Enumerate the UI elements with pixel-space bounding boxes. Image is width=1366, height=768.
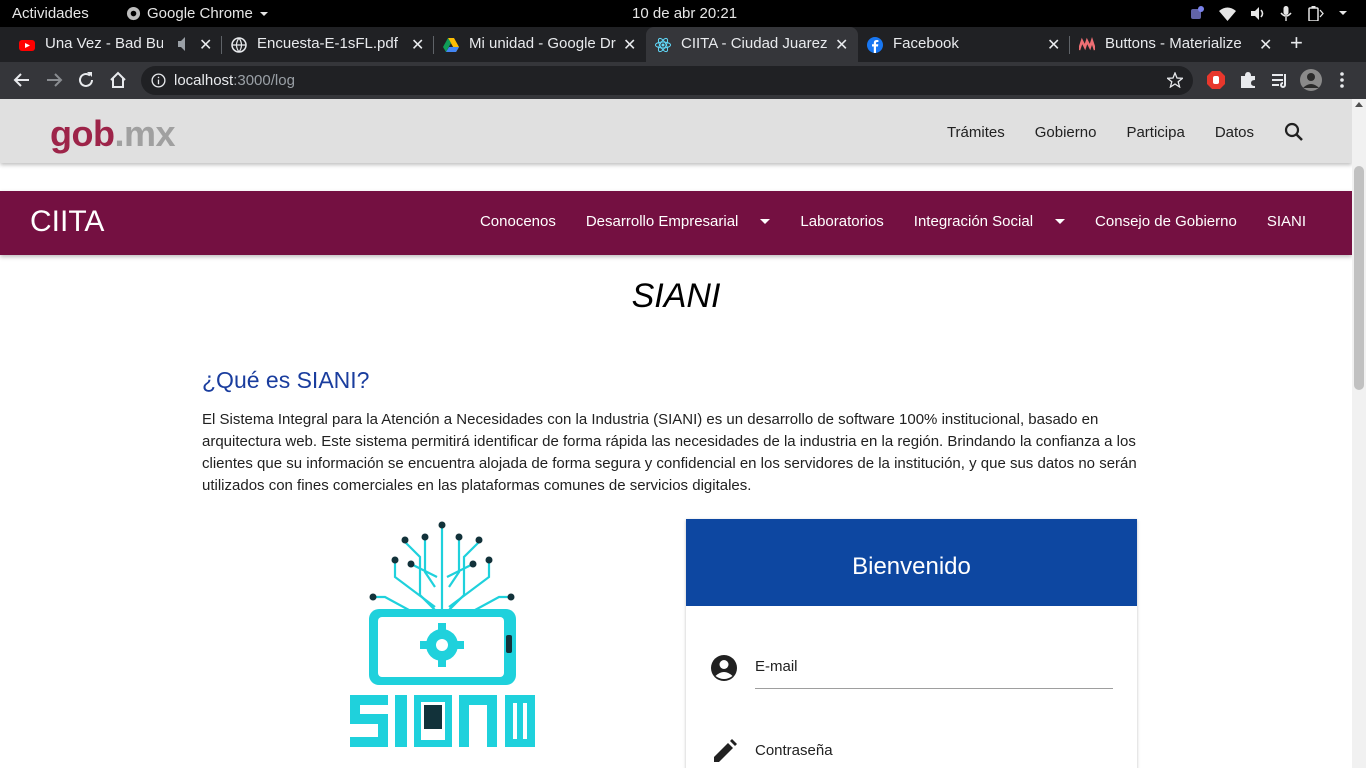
volume-icon <box>1250 6 1266 21</box>
reload-icon[interactable] <box>76 70 96 90</box>
tab-title: Buttons - Materialize <box>1105 35 1242 52</box>
url-host: localhost <box>174 72 234 89</box>
login-card: Bienvenido E-mail Contraseña <box>686 519 1137 768</box>
materialize-icon <box>1079 37 1095 53</box>
gob-logo-domain: .mx <box>114 113 176 154</box>
teams-icon[interactable] <box>1189 5 1205 21</box>
facebook-icon <box>867 37 883 53</box>
url-path: :3000/log <box>233 72 295 89</box>
tab-materialize[interactable]: Buttons - Materialize ✕ <box>1070 27 1282 62</box>
tab-title: Encuesta-E-1sFL.pdf <box>257 35 398 52</box>
drive-icon <box>443 37 459 53</box>
address-bar[interactable]: localhost:3000/log <box>141 66 1193 95</box>
nav-conocenos[interactable]: Conocenos <box>480 213 556 230</box>
section-heading: ¿Qué es SIANI? <box>202 367 370 393</box>
nav-consejo-de-gobierno[interactable]: Consejo de Gobierno <box>1095 213 1237 230</box>
browser-toolbar: localhost:3000/log <box>0 62 1366 99</box>
wifi-icon <box>1219 6 1236 21</box>
search-icon[interactable] <box>1284 122 1304 142</box>
nav-desarrollo-empresarial[interactable]: Desarrollo Empresarial <box>586 213 771 230</box>
audio-playing-icon[interactable] <box>178 37 190 51</box>
close-tab-icon[interactable]: ✕ <box>623 35 636 55</box>
media-queue-icon[interactable] <box>1271 71 1289 89</box>
nav-label: Desarrollo Empresarial <box>585 213 739 230</box>
tab-title: CIITA - Ciudad Juarez <box>681 35 828 52</box>
battery-icon <box>1306 5 1324 21</box>
tab-title: Mi unidad - Google Drive <box>469 35 616 52</box>
nav-integracion-social[interactable]: Integración Social <box>913 213 1066 230</box>
nav-label: Integración Social <box>913 213 1034 230</box>
nav-laboratorios[interactable]: Laboratorios <box>800 213 883 230</box>
forward-arrow-icon[interactable] <box>44 70 64 90</box>
adblock-extension-icon[interactable] <box>1207 71 1225 89</box>
tab-facebook[interactable]: Facebook ✕ <box>858 27 1070 62</box>
tab-ciita[interactable]: CIITA - Ciudad Juarez ✕ <box>646 27 858 62</box>
profile-avatar[interactable] <box>1300 69 1322 91</box>
back-arrow-icon[interactable] <box>12 70 32 90</box>
close-tab-icon[interactable]: ✕ <box>199 35 212 55</box>
tab-google-drive[interactable]: Mi unidad - Google Drive ✕ <box>434 27 646 62</box>
ciita-navbar: CIITA Conocenos Desarrollo Empresarial L… <box>0 191 1352 255</box>
nav-siani[interactable]: SIANI <box>1267 213 1306 230</box>
tab-pdf[interactable]: Encuesta-E-1sFL.pdf ✕ <box>222 27 434 62</box>
app-menu[interactable]: Google Chrome <box>126 5 269 22</box>
dropdown-caret-icon <box>760 219 771 224</box>
tab-youtube[interactable]: Una Vez - Bad Bunny ✕ <box>10 27 222 62</box>
gob-nav-tramites[interactable]: Trámites <box>947 124 1005 141</box>
gob-nav-datos[interactable]: Datos <box>1215 124 1254 141</box>
microphone-icon <box>1280 5 1292 21</box>
email-label: E-mail <box>755 658 798 675</box>
tab-strip: Una Vez - Bad Bunny ✕ Encuesta-E-1sFL.pd… <box>0 27 1366 62</box>
bookmark-star-icon[interactable] <box>1167 72 1183 88</box>
browser-menu-icon[interactable] <box>1334 71 1350 89</box>
account-circle-icon <box>710 654 738 682</box>
gob-nav-participa[interactable]: Participa <box>1126 124 1184 141</box>
scroll-up-arrow-icon[interactable] <box>1355 102 1363 107</box>
system-tray[interactable] <box>1189 5 1348 21</box>
power-menu-icon[interactable] <box>1338 8 1348 18</box>
page-scrollbar[interactable] <box>1352 99 1366 768</box>
page-title: SIANI <box>631 277 721 315</box>
home-icon[interactable] <box>108 70 128 90</box>
react-icon <box>655 37 671 53</box>
dropdown-caret-icon <box>1055 219 1066 224</box>
email-underline <box>755 688 1113 689</box>
password-label: Contraseña <box>755 742 833 759</box>
chrome-icon <box>126 6 141 21</box>
activities-button[interactable]: Actividades <box>12 5 89 22</box>
pencil-icon <box>710 738 738 766</box>
clock[interactable]: 10 de abr 20:21 <box>632 5 737 22</box>
gob-nav: Trámites Gobierno Participa Datos <box>947 122 1304 142</box>
ciita-nav: Conocenos Desarrollo Empresarial Laborat… <box>480 213 1306 230</box>
youtube-icon <box>19 37 35 53</box>
siani-logo <box>345 517 540 749</box>
tab-title: Una Vez - Bad Bunny <box>45 35 163 52</box>
gob-header: gob.mx Trámites Gobierno Participa Datos <box>0 99 1352 163</box>
scrollbar-thumb[interactable] <box>1354 166 1364 390</box>
gob-nav-gobierno[interactable]: Gobierno <box>1035 124 1097 141</box>
web-page: gob.mx Trámites Gobierno Participa Datos… <box>0 99 1352 768</box>
close-tab-icon[interactable]: ✕ <box>411 35 424 55</box>
chevron-down-icon <box>259 9 269 19</box>
close-tab-icon[interactable]: ✕ <box>1259 35 1272 55</box>
close-tab-icon[interactable]: ✕ <box>1047 35 1060 55</box>
tab-title: Facebook <box>893 35 959 52</box>
app-name: Google Chrome <box>147 5 253 22</box>
new-tab-button[interactable]: + <box>1290 30 1303 56</box>
system-top-bar: Actividades Google Chrome 10 de abr 20:2… <box>0 0 1366 27</box>
ciita-brand[interactable]: CIITA <box>30 205 104 239</box>
close-tab-icon[interactable]: ✕ <box>835 35 848 55</box>
gob-logo[interactable]: gob.mx <box>50 113 176 155</box>
extensions-puzzle-icon[interactable] <box>1239 71 1257 89</box>
gob-logo-main: gob <box>50 113 115 154</box>
site-info-icon[interactable] <box>151 73 166 88</box>
globe-icon <box>231 37 247 53</box>
section-description: El Sistema Integral para la Atención a N… <box>202 411 1137 494</box>
url-text: localhost:3000/log <box>174 72 295 89</box>
login-card-header: Bienvenido <box>686 519 1137 606</box>
